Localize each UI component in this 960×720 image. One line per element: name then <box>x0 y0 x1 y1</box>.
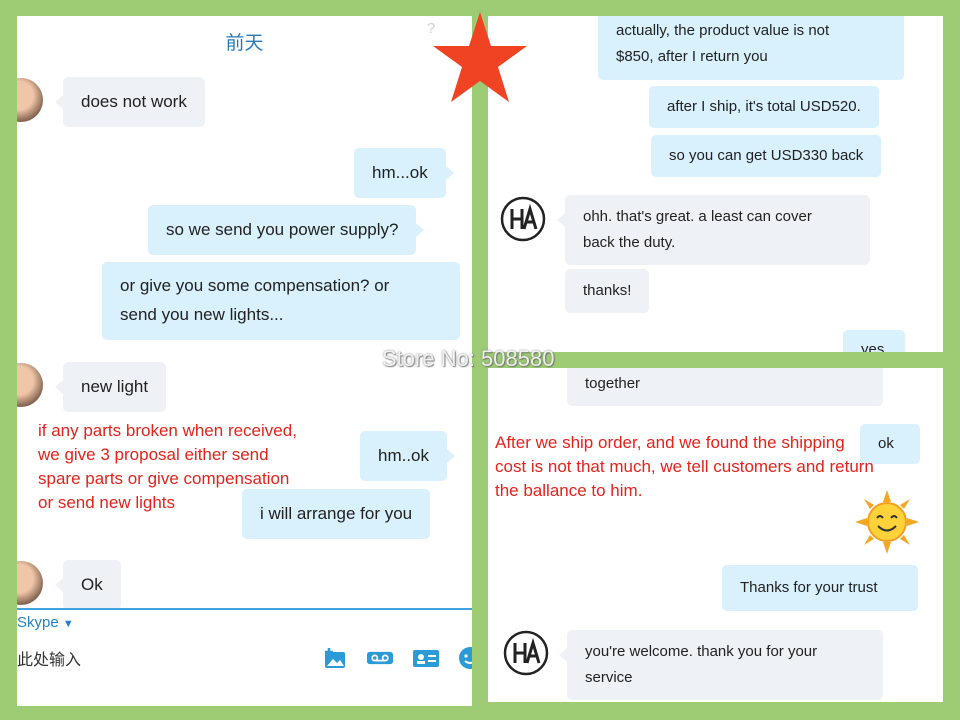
incoming-message: Ok <box>55 560 121 610</box>
caret-down-icon: ▼ <box>62 618 74 630</box>
image-share-icon[interactable] <box>323 646 349 670</box>
outgoing-message: yes <box>843 330 905 352</box>
incoming-message: does not work <box>55 77 205 127</box>
chat-panel-top-right: actually, the product value is not $850,… <box>488 16 943 352</box>
store-watermark: Store No: 508580 <box>382 346 555 371</box>
voicemail-icon[interactable] <box>367 646 393 670</box>
annotation-right: After we ship order, and we found the sh… <box>495 433 874 500</box>
outgoing-message: actually, the product value is not $850,… <box>598 16 904 80</box>
incoming-message: thanks! <box>565 269 650 313</box>
composer-divider <box>17 608 472 610</box>
emoticon-icon[interactable] <box>457 646 472 670</box>
chat-date-title: 前天 <box>225 32 264 54</box>
contact-avatar <box>17 78 43 122</box>
incoming-message: you're welcome. thank you for your servi… <box>559 630 883 700</box>
incoming-message: new light <box>54 362 167 412</box>
outgoing-message: or give you some compensation? or send y… <box>102 262 460 340</box>
network-selector[interactable]: Skype ▼ <box>17 614 74 631</box>
incoming-message: ohh. that's great. a least can cover bac… <box>557 195 870 265</box>
smiling-sun-icon <box>855 490 919 554</box>
outgoing-message: so we send you power supply? <box>148 205 425 255</box>
company-logo-avatar <box>500 196 546 242</box>
annotation-left: if any parts broken when received, we gi… <box>38 421 297 512</box>
contact-avatar <box>17 363 43 407</box>
contact-card-icon[interactable] <box>413 646 439 670</box>
outgoing-message: hm..ok <box>360 431 456 481</box>
star-icon <box>433 12 527 102</box>
incoming-message: together <box>567 368 883 406</box>
outgoing-message: after I ship, it's total USD520. <box>649 86 879 128</box>
outgoing-message: Thanks for your trust <box>722 565 918 611</box>
outgoing-message: so you can get USD330 back <box>651 135 882 177</box>
company-logo-avatar <box>503 630 549 676</box>
outgoing-message: hm...ok <box>354 148 454 198</box>
message-input[interactable]: 此处输入 <box>17 646 81 670</box>
contact-avatar <box>17 561 43 605</box>
